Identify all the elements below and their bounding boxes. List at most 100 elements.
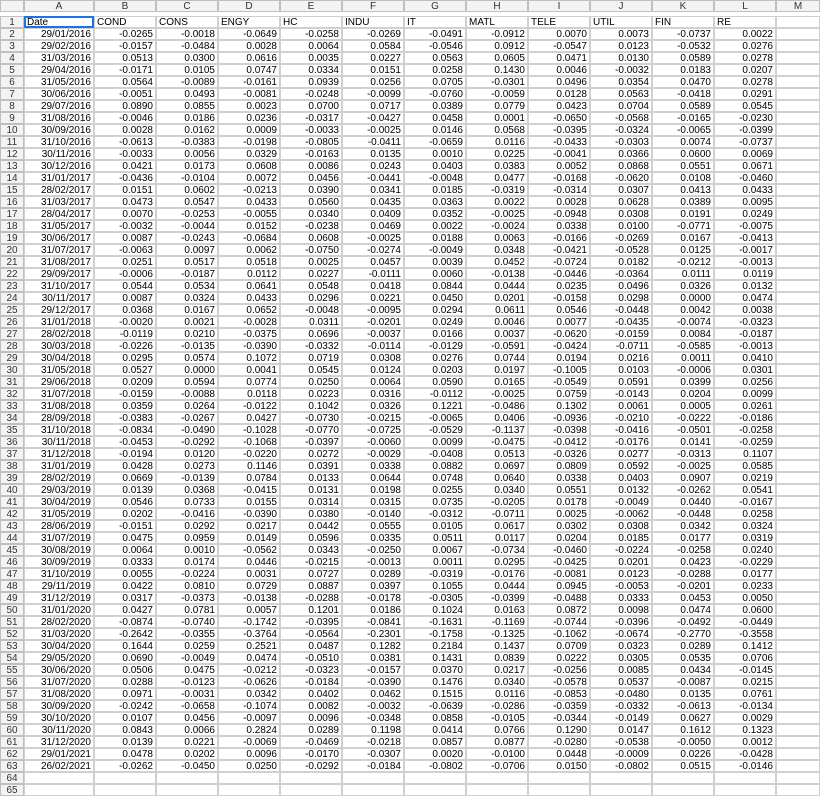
cell-B9[interactable]: -0.0046	[94, 112, 156, 124]
cell-M4[interactable]	[776, 52, 820, 64]
cell-C41[interactable]: 0.0733	[156, 496, 218, 508]
cell-M5[interactable]	[776, 64, 820, 76]
cell-F36[interactable]: -0.0060	[342, 436, 404, 448]
cell-H33[interactable]: -0.0486	[466, 400, 528, 412]
cell-K37[interactable]: -0.0313	[652, 448, 714, 460]
cell-J19[interactable]: -0.0269	[590, 232, 652, 244]
cell-I64[interactable]	[528, 772, 590, 784]
cell-K7[interactable]: -0.0418	[652, 88, 714, 100]
cell-E39[interactable]: 0.0133	[280, 472, 342, 484]
cell-A8[interactable]: 29/07/2016	[24, 100, 94, 112]
cell-M33[interactable]	[776, 400, 820, 412]
cell-G15[interactable]: 0.0185	[404, 184, 466, 196]
cell-C37[interactable]: 0.0120	[156, 448, 218, 460]
cell-D55[interactable]: -0.0212	[218, 664, 280, 676]
cell-D47[interactable]: 0.0031	[218, 568, 280, 580]
cell-B59[interactable]: 0.0107	[94, 712, 156, 724]
cell-M16[interactable]	[776, 196, 820, 208]
cell-D5[interactable]: 0.0747	[218, 64, 280, 76]
cell-J57[interactable]: -0.0480	[590, 688, 652, 700]
cell-E63[interactable]: -0.0292	[280, 760, 342, 772]
cell-E48[interactable]: 0.0887	[280, 580, 342, 592]
cell-C16[interactable]: 0.0547	[156, 196, 218, 208]
cell-G36[interactable]: 0.0099	[404, 436, 466, 448]
cell-A38[interactable]: 31/01/2019	[24, 460, 94, 472]
cell-E14[interactable]: 0.0456	[280, 172, 342, 184]
cell-D39[interactable]: 0.0784	[218, 472, 280, 484]
cell-J36[interactable]: -0.0176	[590, 436, 652, 448]
cell-E38[interactable]: 0.0391	[280, 460, 342, 472]
cell-L23[interactable]: 0.0132	[714, 280, 776, 292]
cell-F31[interactable]: 0.0064	[342, 376, 404, 388]
cell-F12[interactable]: 0.0135	[342, 148, 404, 160]
cell-E5[interactable]: 0.0334	[280, 64, 342, 76]
cell-C59[interactable]: 0.0456	[156, 712, 218, 724]
cell-D64[interactable]	[218, 772, 280, 784]
cell-M59[interactable]	[776, 712, 820, 724]
cell-K52[interactable]: -0.2770	[652, 628, 714, 640]
cell-C56[interactable]: -0.0123	[156, 676, 218, 688]
cell-C24[interactable]: 0.0324	[156, 292, 218, 304]
cell-J13[interactable]: 0.0868	[590, 160, 652, 172]
cell-H59[interactable]: -0.0105	[466, 712, 528, 724]
cell-E15[interactable]: 0.0390	[280, 184, 342, 196]
cell-L7[interactable]: 0.0291	[714, 88, 776, 100]
cell-D11[interactable]: -0.0198	[218, 136, 280, 148]
cell-E47[interactable]: 0.0727	[280, 568, 342, 580]
row-header-39[interactable]: 39	[0, 472, 24, 484]
cell-H34[interactable]: 0.0406	[466, 412, 528, 424]
cell-I65[interactable]	[528, 784, 590, 796]
cell-E19[interactable]: 0.0608	[280, 232, 342, 244]
cell-C53[interactable]: 0.0259	[156, 640, 218, 652]
cell-M32[interactable]	[776, 388, 820, 400]
cell-B28[interactable]: -0.0226	[94, 340, 156, 352]
cell-I6[interactable]: 0.0496	[528, 76, 590, 88]
cell-G40[interactable]: 0.0255	[404, 484, 466, 496]
cell-E9[interactable]: -0.0317	[280, 112, 342, 124]
cell-M34[interactable]	[776, 412, 820, 424]
cell-K13[interactable]: 0.0551	[652, 160, 714, 172]
cell-J64[interactable]	[590, 772, 652, 784]
cell-D35[interactable]: -0.1028	[218, 424, 280, 436]
cell-D1[interactable]: ENGY	[218, 16, 280, 28]
cell-J35[interactable]: -0.0416	[590, 424, 652, 436]
cell-E49[interactable]: -0.0288	[280, 592, 342, 604]
cell-J4[interactable]: 0.0130	[590, 52, 652, 64]
cell-H13[interactable]: 0.0383	[466, 160, 528, 172]
cell-E56[interactable]: -0.0184	[280, 676, 342, 688]
cell-H46[interactable]: 0.0295	[466, 556, 528, 568]
cell-G13[interactable]: 0.0403	[404, 160, 466, 172]
cell-G26[interactable]: 0.0249	[404, 316, 466, 328]
cell-M20[interactable]	[776, 244, 820, 256]
cell-H44[interactable]: 0.0117	[466, 532, 528, 544]
cell-M3[interactable]	[776, 40, 820, 52]
cell-L27[interactable]: -0.0187	[714, 328, 776, 340]
row-header-19[interactable]: 19	[0, 232, 24, 244]
cell-I51[interactable]: -0.0744	[528, 616, 590, 628]
cell-B11[interactable]: -0.0613	[94, 136, 156, 148]
cell-K26[interactable]: -0.0074	[652, 316, 714, 328]
cell-C31[interactable]: 0.0594	[156, 376, 218, 388]
cell-F27[interactable]: -0.0037	[342, 328, 404, 340]
cell-I29[interactable]: 0.0194	[528, 352, 590, 364]
cell-M25[interactable]	[776, 304, 820, 316]
cell-L21[interactable]: -0.0013	[714, 256, 776, 268]
cell-A34[interactable]: 28/09/2018	[24, 412, 94, 424]
cell-K21[interactable]: -0.0212	[652, 256, 714, 268]
cell-M43[interactable]	[776, 520, 820, 532]
cell-B5[interactable]: -0.0171	[94, 64, 156, 76]
cell-B56[interactable]: 0.0288	[94, 676, 156, 688]
cell-G31[interactable]: 0.0590	[404, 376, 466, 388]
cell-F45[interactable]: -0.0250	[342, 544, 404, 556]
cell-L8[interactable]: 0.0545	[714, 100, 776, 112]
cell-L64[interactable]	[714, 772, 776, 784]
cell-C35[interactable]: -0.0490	[156, 424, 218, 436]
cell-L56[interactable]: 0.0215	[714, 676, 776, 688]
cell-M9[interactable]	[776, 112, 820, 124]
cell-L24[interactable]: 0.0474	[714, 292, 776, 304]
select-all-corner[interactable]	[0, 0, 24, 12]
cell-D29[interactable]: 0.1072	[218, 352, 280, 364]
cell-M65[interactable]	[776, 784, 820, 796]
row-header-3[interactable]: 3	[0, 40, 24, 52]
cell-K49[interactable]: 0.0453	[652, 592, 714, 604]
